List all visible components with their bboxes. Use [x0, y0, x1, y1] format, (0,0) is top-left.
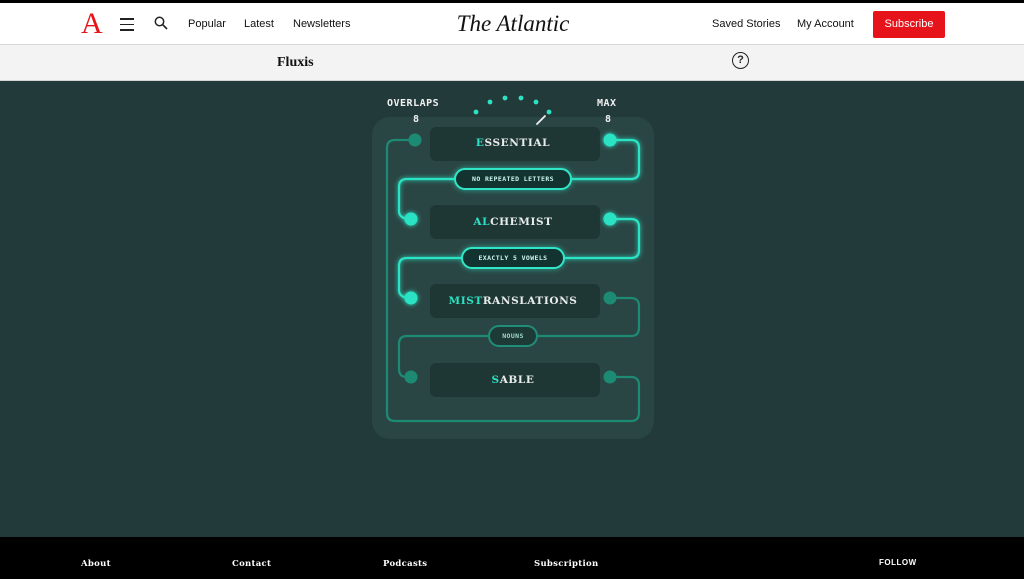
site-header: A Popular Latest Newsletters The Atlanti… — [0, 0, 1024, 45]
subscribe-button[interactable]: Subscribe — [873, 11, 945, 38]
max-label: MAX — [597, 98, 617, 109]
word-1-overlap: E — [475, 137, 485, 149]
nav-newsletters[interactable]: Newsletters — [293, 17, 350, 31]
nav-popular[interactable]: Popular — [188, 17, 226, 31]
my-account-link[interactable]: My Account — [797, 17, 854, 31]
nav-latest[interactable]: Latest — [244, 17, 274, 31]
site-footer: About Contact Podcasts Subscription FOLL… — [0, 537, 1024, 579]
word-3-overlap: MIST — [448, 295, 483, 307]
word-1-rest: SSENTIAL — [484, 137, 551, 149]
rule-pill-3: NOUNS — [488, 325, 538, 347]
word-row-2[interactable]: ALCHEMIST — [393, 215, 633, 229]
word-4-rest: ABLE — [499, 374, 535, 386]
max-value: 8 — [604, 114, 612, 125]
saved-stories-link[interactable]: Saved Stories — [712, 17, 780, 31]
footer-subscription[interactable]: Subscription — [534, 559, 598, 569]
hamburger-menu-icon[interactable] — [120, 18, 134, 31]
masthead-title[interactable]: The Atlantic — [440, 9, 586, 39]
word-row-1[interactable]: ESSENTIAL — [393, 136, 633, 150]
footer-podcasts[interactable]: Podcasts — [383, 559, 427, 569]
atlantic-logo[interactable]: A — [81, 6, 103, 42]
word-2-rest: CHEMIST — [490, 216, 553, 228]
word-4-overlap: S — [491, 374, 500, 386]
game-title: Fluxis — [277, 55, 314, 70]
word-3-rest: RANSLATIONS — [482, 295, 578, 307]
search-icon[interactable] — [154, 16, 168, 30]
footer-about[interactable]: About — [81, 559, 111, 569]
footer-contact[interactable]: Contact — [232, 559, 271, 569]
word-row-4[interactable]: SABLE — [393, 373, 633, 387]
game-subheader: Fluxis ? — [0, 45, 1024, 81]
word-row-3[interactable]: MISTRANSLATIONS — [393, 294, 633, 308]
help-button[interactable]: ? — [732, 52, 749, 69]
overlaps-value: 8 — [412, 114, 420, 125]
game-board: OVERLAPS 8 MAX 8 ESSENTIAL ALCHEMIST MIS… — [0, 81, 1024, 537]
word-2-overlap: AL — [473, 216, 491, 228]
rule-pill-2: EXACTLY 5 VOWELS — [461, 247, 565, 269]
overlaps-label: OVERLAPS — [387, 98, 440, 109]
rule-pill-1: NO REPEATED LETTERS — [454, 168, 572, 190]
footer-follow-label: FOLLOW — [879, 558, 917, 567]
